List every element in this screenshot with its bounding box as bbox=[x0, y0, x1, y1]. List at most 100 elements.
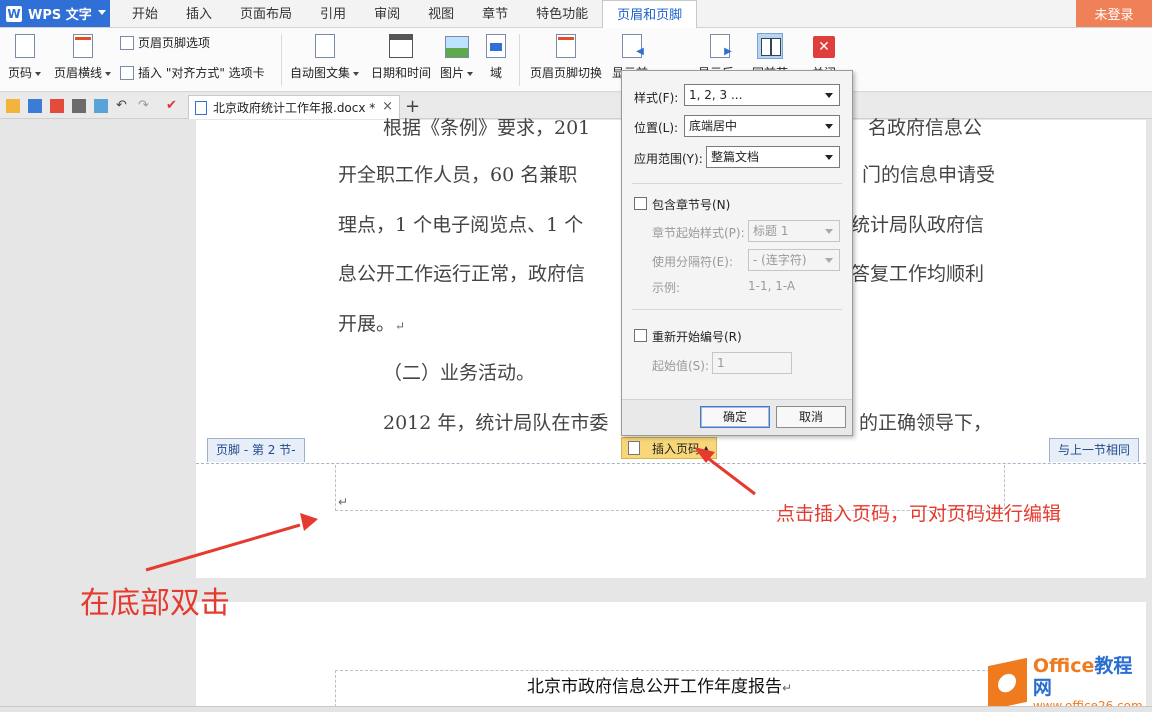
style-label: 样式(F): bbox=[634, 91, 679, 105]
divider bbox=[632, 309, 842, 310]
date-time-button[interactable]: 日期和时间 bbox=[371, 32, 431, 81]
print-preview-icon[interactable] bbox=[94, 99, 108, 113]
page-number-icon bbox=[628, 441, 640, 455]
same-as-previous-label: 与上一节相同 bbox=[1049, 438, 1140, 462]
ok-button[interactable]: 确定 bbox=[700, 406, 770, 428]
close-tab-icon[interactable]: × bbox=[382, 99, 393, 114]
auto-text-label: 自动图文集 bbox=[290, 64, 359, 81]
tab-special[interactable]: 特色功能 bbox=[522, 0, 602, 28]
include-chapter-checkbox[interactable] bbox=[634, 197, 647, 210]
separator-label: 使用分隔符(E): bbox=[652, 255, 733, 269]
scope-label: 应用范围(Y): bbox=[634, 152, 703, 166]
style-select[interactable]: 1, 2, 3 ... bbox=[684, 84, 840, 106]
separator-select[interactable]: - (连字符) bbox=[748, 249, 840, 271]
customize-icon[interactable]: ✔ bbox=[166, 99, 180, 113]
title-bar: W WPS 文字 开始 插入 页面布局 引用 审阅 视图 章节 特色功能 页眉和… bbox=[0, 0, 1152, 29]
ribbon-tabs: 开始 插入 页面布局 引用 审阅 视图 章节 特色功能 页眉和页脚 bbox=[118, 0, 698, 29]
switch-header-footer-label: 页眉页脚切换 bbox=[530, 66, 603, 80]
app-name: WPS 文字 bbox=[28, 8, 92, 23]
auto-text-button[interactable]: 自动图文集 bbox=[290, 32, 359, 81]
login-button[interactable]: 未登录 bbox=[1076, 0, 1152, 27]
body-text-line: 根据《条例》要求，201 bbox=[383, 117, 591, 139]
chevron-down-icon: ▲ bbox=[703, 443, 710, 453]
restart-numbering-label: 重新开始编号(R) bbox=[652, 330, 742, 344]
field-label: 域 bbox=[489, 66, 502, 80]
section-heading: （二）业务活动。 bbox=[383, 362, 536, 384]
print-icon[interactable] bbox=[72, 99, 86, 113]
tab-page-layout[interactable]: 页面布局 bbox=[226, 0, 306, 28]
open-folder-icon[interactable] bbox=[6, 99, 20, 113]
body-text-line: 门的信息申请受 bbox=[862, 164, 996, 186]
field-icon bbox=[486, 34, 506, 58]
body-text-line: 名政府信息公 bbox=[868, 117, 983, 139]
chapter-style-select[interactable]: 标题 1 bbox=[748, 220, 840, 242]
insert-align-tab-button[interactable]: 插入 "对齐方式" 选项卡 bbox=[120, 64, 265, 81]
watermark-brand: Office教程网 bbox=[1033, 655, 1148, 699]
office26-watermark: Office教程网 www.office26.com bbox=[988, 655, 1148, 712]
cancel-button[interactable]: 取消 bbox=[776, 406, 846, 428]
page-number-button[interactable]: 页码 bbox=[8, 32, 41, 81]
double-click-annotation: 在底部双击 bbox=[80, 586, 230, 621]
insert-page-number-button[interactable]: 插入页码 ▲ bbox=[621, 437, 717, 459]
page-number-label: 页码 bbox=[8, 64, 41, 81]
picture-icon bbox=[444, 36, 469, 58]
paragraph-mark: ↵ bbox=[338, 495, 349, 509]
body-text-line: 开展。↵ bbox=[338, 309, 405, 336]
status-bar bbox=[0, 706, 1152, 712]
wps-logo-icon: W bbox=[6, 5, 22, 22]
tab-start[interactable]: 开始 bbox=[118, 0, 172, 28]
insert-page-number-label: 插入页码 bbox=[652, 441, 701, 456]
undo-icon[interactable]: ↶ bbox=[116, 99, 130, 113]
example-value: 1-1, 1-A bbox=[748, 279, 796, 293]
ribbon-separator bbox=[281, 34, 282, 86]
body-text-line: 开全职工作人员，60 名兼职 bbox=[338, 164, 578, 186]
switch-header-footer-button[interactable]: 页眉页脚切换 bbox=[530, 32, 602, 81]
align-tab-icon bbox=[120, 65, 134, 80]
document-tab-title: 北京政府统计工作年报.docx * bbox=[213, 101, 376, 115]
popup-button-bar: 确定 取消 bbox=[622, 399, 852, 435]
include-chapter-label: 包含章节号(N) bbox=[652, 198, 731, 212]
tab-view[interactable]: 视图 bbox=[414, 0, 468, 28]
options-icon bbox=[120, 35, 134, 50]
page-number-icon bbox=[14, 34, 35, 58]
office-logo-icon bbox=[988, 657, 1027, 711]
save-icon[interactable] bbox=[28, 99, 42, 113]
wps-menu-button[interactable]: W WPS 文字 bbox=[0, 0, 110, 27]
arrow-right-icon: ▶ bbox=[724, 46, 732, 57]
body-text-line: 2012 年，统计局队在市委 bbox=[383, 412, 609, 434]
chapter-style-label: 章节起始样式(P): bbox=[652, 226, 745, 240]
body-text-line: 的正确领导下， bbox=[859, 412, 993, 434]
footer-divider bbox=[196, 463, 1146, 464]
tab-review[interactable]: 审阅 bbox=[360, 0, 414, 28]
body-text-line: 答复工作均顺利 bbox=[851, 263, 985, 285]
header-title-text: 北京市政府信息公开工作年度报告 bbox=[527, 677, 782, 697]
tab-sections[interactable]: 章节 bbox=[468, 0, 522, 28]
ribbon-separator bbox=[519, 34, 520, 86]
document-tab[interactable]: 北京政府统计工作年报.docx * × bbox=[188, 95, 400, 119]
field-button[interactable]: 域 bbox=[484, 32, 508, 81]
click-note-annotation: 点击插入页码，可对页码进行编辑 bbox=[776, 503, 1062, 525]
picture-button[interactable]: 图片 bbox=[440, 32, 473, 81]
restart-numbering-checkbox[interactable] bbox=[634, 329, 647, 342]
body-text: 开展。 bbox=[338, 313, 396, 335]
header-line-icon bbox=[72, 34, 93, 58]
tab-insert[interactable]: 插入 bbox=[172, 0, 226, 28]
tab-header-footer[interactable]: 页眉和页脚 bbox=[602, 0, 698, 29]
redo-icon[interactable]: ↷ bbox=[138, 99, 152, 113]
body-text-line: 理点，1 个电子阅览点、1 个 bbox=[338, 214, 584, 236]
insert-align-tab-label: 插入 "对齐方式" 选项卡 bbox=[138, 66, 265, 80]
body-text-line: 息公开工作运行正常，政府信 bbox=[338, 263, 586, 285]
header-line-button[interactable]: 页眉横线 bbox=[54, 32, 111, 81]
position-select[interactable]: 底端居中 bbox=[684, 115, 840, 137]
calendar-icon bbox=[389, 34, 413, 58]
paragraph-mark: ↵ bbox=[782, 681, 793, 695]
scope-select[interactable]: 整篇文档 bbox=[706, 146, 840, 168]
body-text-line: 统计局队政府信 bbox=[851, 214, 985, 236]
header-footer-options-button[interactable]: 页眉页脚选项 bbox=[120, 34, 210, 51]
export-pdf-icon[interactable] bbox=[50, 99, 64, 113]
tab-references[interactable]: 引用 bbox=[306, 0, 360, 28]
close-icon: ✕ bbox=[813, 36, 835, 58]
start-value-input[interactable]: 1 bbox=[712, 352, 792, 374]
paragraph-mark: ↵ bbox=[395, 319, 406, 333]
date-time-label: 日期和时间 bbox=[371, 66, 432, 80]
